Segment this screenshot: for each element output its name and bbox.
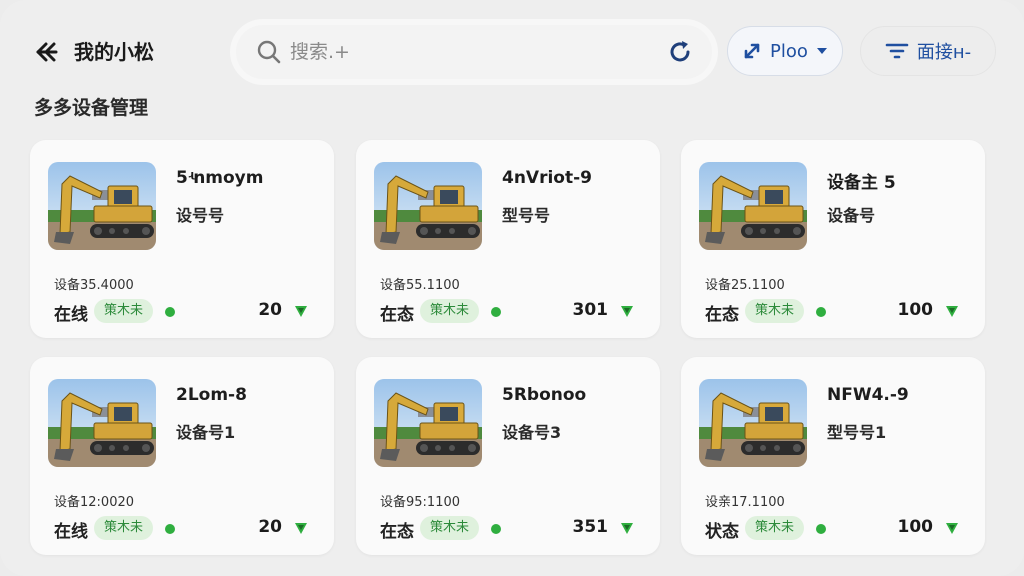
refresh-icon[interactable]	[666, 38, 694, 66]
search-input[interactable]	[290, 37, 650, 67]
app-frame: 我的小松 Ploo	[0, 0, 1024, 576]
online-dot-icon	[165, 524, 175, 534]
online-dot-icon	[491, 524, 501, 534]
device-name: 5ʵnmoym	[176, 168, 264, 188]
excavator-photo	[374, 379, 482, 467]
device-status: 在态	[380, 305, 414, 325]
signal-strength-icon	[946, 523, 958, 534]
signal-strength-icon	[946, 306, 958, 317]
device-card[interactable]: 2Lom-8 设备号1 设备12:0020 在线 策木未 20	[30, 357, 334, 555]
signal-value: 20	[258, 300, 282, 320]
online-dot-icon	[816, 524, 826, 534]
online-dot-icon	[816, 307, 826, 317]
status-badge: 策木未	[420, 299, 480, 323]
chevron-down-icon	[816, 48, 827, 54]
page-title: 我的小松	[74, 40, 154, 64]
back-arrow-icon	[36, 42, 58, 62]
filter-icon	[885, 43, 909, 59]
status-badge: 策木未	[745, 516, 805, 540]
status-badge: 策木未	[94, 299, 154, 323]
device-thumbnail	[48, 379, 156, 467]
search-bar[interactable]	[236, 25, 712, 79]
device-card[interactable]: 5ʵnmoym 设号号 设备35.4000 在线 策木未 20	[30, 140, 334, 338]
device-status: 状态	[705, 522, 739, 542]
device-status: 在态	[380, 522, 414, 542]
header: 我的小松 Ploo	[0, 0, 1024, 96]
excavator-photo	[48, 162, 156, 250]
excavator-photo	[699, 379, 807, 467]
device-id: 设备55.1100	[380, 278, 460, 293]
sort-arrows-icon	[744, 43, 760, 59]
device-thumbnail	[374, 379, 482, 467]
signal-value: 20	[258, 517, 282, 537]
filter-label: 面接н-	[916, 42, 972, 63]
device-name: 设备主 5	[827, 173, 896, 193]
device-status: 在线	[54, 522, 88, 542]
device-name: 4nVriot-9	[502, 168, 592, 188]
device-card[interactable]: 5Rbonoo 设备号3 设备95:1100 在态 策木未 351	[356, 357, 660, 555]
online-dot-icon	[491, 307, 501, 317]
signal-value: 351	[572, 517, 609, 537]
device-status: 在态	[705, 305, 739, 325]
back-button[interactable]	[32, 38, 60, 66]
status-badge: 策木未	[94, 516, 154, 540]
device-card[interactable]: 设备主 5 设备号 设备25.1100 在态 策木未 100	[681, 140, 985, 338]
device-thumbnail	[374, 162, 482, 250]
section-title: 多多设备管理	[34, 97, 149, 119]
device-name: 5Rbonoo	[502, 385, 587, 405]
device-id: 设备12:0020	[54, 495, 135, 510]
sort-label: Ploo	[770, 40, 808, 62]
signal-strength-icon	[295, 306, 307, 317]
online-dot-icon	[165, 307, 175, 317]
device-name: 2Lom-8	[176, 385, 247, 405]
excavator-photo	[374, 162, 482, 250]
device-id: 设备35.4000	[54, 278, 134, 293]
signal-strength-icon	[621, 306, 633, 317]
device-model: 设备号	[827, 206, 876, 225]
signal-value: 100	[897, 300, 934, 320]
signal-strength-icon	[295, 523, 307, 534]
device-model: 设备号3	[502, 423, 562, 442]
device-card[interactable]: NFW4.-9 型号号1 设亲17.1100 状态 策木未 100	[681, 357, 985, 555]
device-id: 设备95:1100	[380, 495, 461, 510]
device-id: 设亲17.1100	[705, 495, 785, 510]
signal-strength-icon	[621, 523, 633, 534]
excavator-photo	[48, 379, 156, 467]
device-name: NFW4.-9	[827, 385, 909, 405]
signal-value: 301	[572, 300, 609, 320]
filter-button[interactable]: 面接н-	[860, 26, 996, 76]
device-thumbnail	[48, 162, 156, 250]
device-card[interactable]: 4nVriot-9 型号号 设备55.1100 在态 策木未 301	[356, 140, 660, 338]
status-badge: 策木未	[420, 516, 480, 540]
device-model: 设号号	[176, 206, 225, 225]
signal-value: 100	[897, 517, 934, 537]
search-icon	[257, 40, 281, 64]
sort-dropdown[interactable]: Ploo	[727, 26, 843, 76]
excavator-photo	[699, 162, 807, 250]
status-badge: 策木未	[745, 299, 805, 323]
device-model: 型号号	[502, 206, 551, 225]
device-model: 设备号1	[176, 423, 236, 442]
device-thumbnail	[699, 162, 807, 250]
device-id: 设备25.1100	[705, 278, 785, 293]
device-status: 在线	[54, 305, 88, 325]
device-thumbnail	[699, 379, 807, 467]
device-model: 型号号1	[827, 423, 887, 442]
